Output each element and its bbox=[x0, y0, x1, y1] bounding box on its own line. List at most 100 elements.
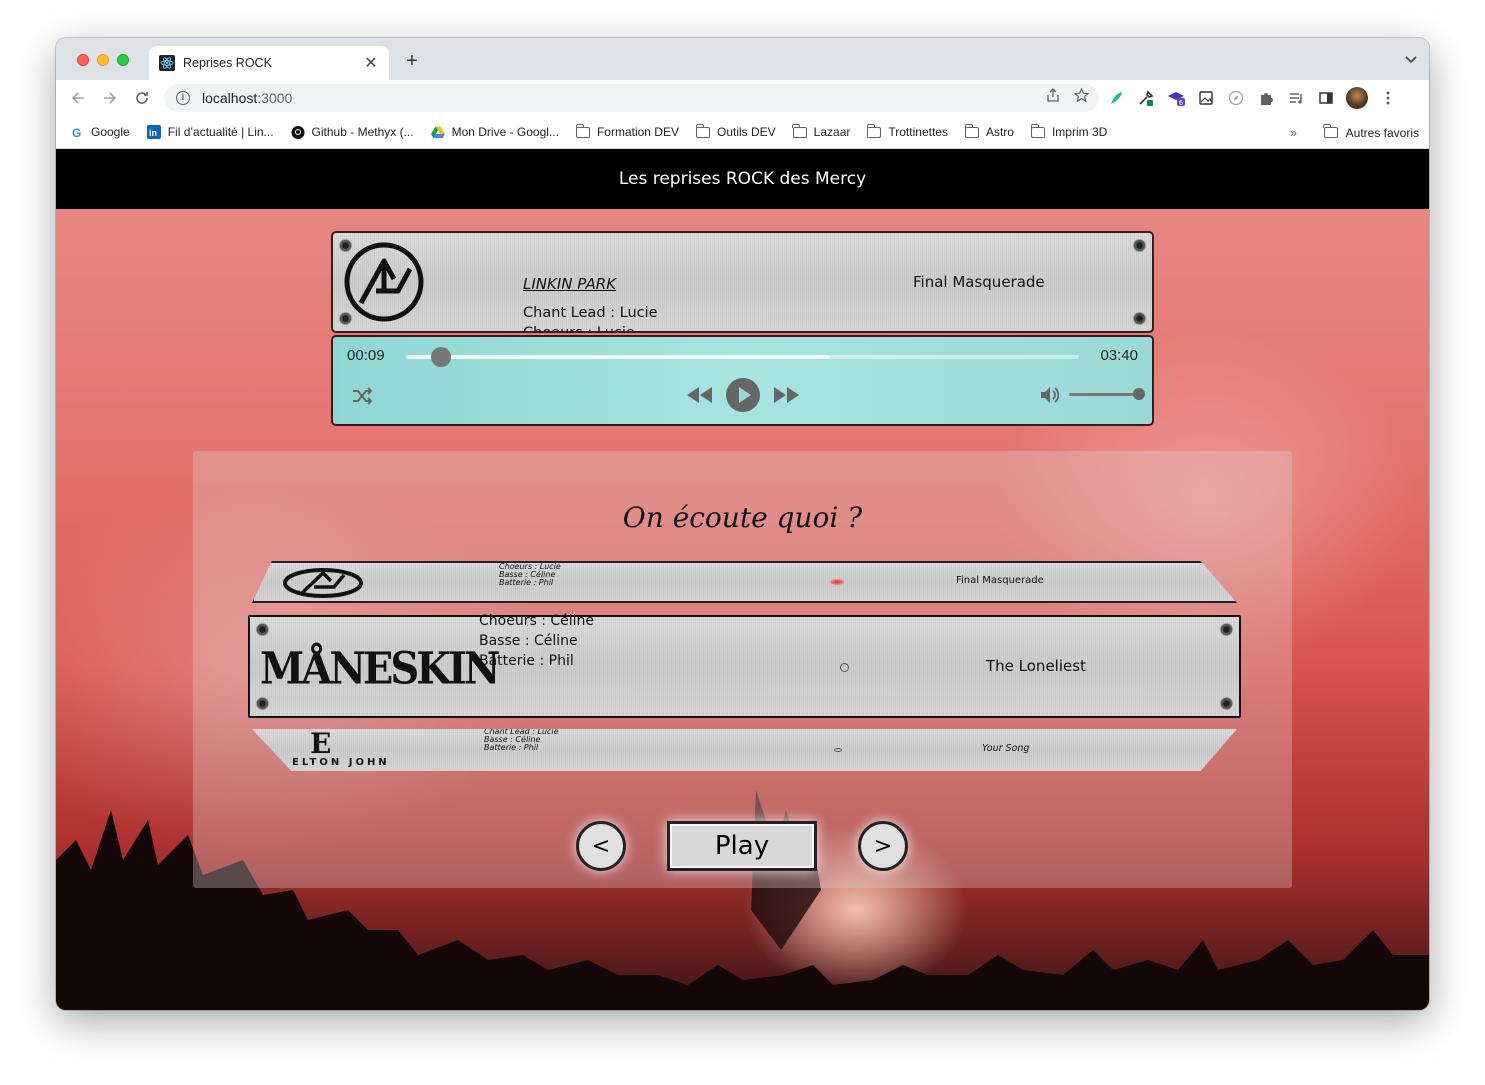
address-bar[interactable]: i localhost:3000 bbox=[164, 84, 1099, 112]
linkin-park-logo bbox=[283, 568, 363, 598]
bookmark-github[interactable]: Github - Methyx (... bbox=[291, 125, 414, 139]
status-dot-icon bbox=[840, 663, 849, 672]
seek-bar[interactable] bbox=[406, 347, 1079, 367]
close-window-button[interactable] bbox=[77, 54, 89, 66]
web-page: Les reprises ROCK des Mercy LINKIN PARK … bbox=[56, 149, 1429, 1010]
volume-slider[interactable] bbox=[1069, 388, 1145, 400]
playlist-card-previous[interactable]: Choeurs : Lucie Basse : Céline Batterie … bbox=[252, 561, 1237, 603]
current-time: 00:09 bbox=[347, 347, 385, 364]
status-dot-icon bbox=[834, 748, 842, 752]
playlist-title: On écoute quoi ? bbox=[622, 501, 863, 534]
bookmark-folder-imprim[interactable]: Imprim 3D bbox=[1030, 123, 1108, 139]
volume-icon[interactable] bbox=[1039, 384, 1061, 411]
side-panel-icon[interactable] bbox=[1316, 88, 1336, 108]
drive-icon bbox=[430, 125, 445, 138]
image-extension-icon[interactable] bbox=[1196, 88, 1216, 108]
bookmark-drive[interactable]: Mon Drive - Googl... bbox=[430, 125, 559, 139]
browser-window: Reprises ROCK ✕ + i localhost:3000 6 G … bbox=[56, 38, 1429, 1010]
bolt-icon bbox=[1133, 239, 1146, 252]
card-track: Final Masquerade bbox=[956, 575, 1044, 586]
github-icon bbox=[291, 125, 305, 139]
new-tab-button[interactable]: + bbox=[401, 50, 423, 72]
play-pause-icon[interactable] bbox=[725, 377, 761, 418]
feather-extension-icon[interactable] bbox=[1106, 88, 1126, 108]
more-menu-icon[interactable] bbox=[1378, 88, 1398, 108]
bookmark-folder-outils[interactable]: Outils DEV bbox=[695, 123, 776, 139]
minimize-window-button[interactable] bbox=[97, 54, 109, 66]
playlist-card-next[interactable]: E ELTON JOHN Chant Lead : Lucie Basse : … bbox=[252, 729, 1237, 771]
other-bookmarks-label: Autres favoris bbox=[1345, 125, 1419, 140]
playlist-card-current[interactable]: MÅNESKIN Choeurs : Céline Basse : Céline… bbox=[248, 613, 1241, 718]
folder-icon bbox=[1323, 124, 1338, 139]
app-title: Les reprises ROCK des Mercy bbox=[618, 169, 867, 189]
tab-title: Reprises ROCK bbox=[183, 56, 272, 70]
bookmark-folder-astro[interactable]: Astro bbox=[964, 123, 1014, 139]
next-button[interactable]: > bbox=[858, 821, 908, 871]
total-time: 03:40 bbox=[1100, 347, 1138, 364]
card-track: The Loneliest bbox=[986, 657, 1086, 675]
credit-line: Choeurs : Lucie bbox=[523, 323, 658, 331]
bookmark-label: Lazaar bbox=[813, 125, 851, 139]
maneskin-logo: MÅNESKIN bbox=[260, 642, 500, 695]
fast-forward-icon[interactable] bbox=[773, 385, 801, 410]
bookmark-folder-formation[interactable]: Formation DEV bbox=[575, 123, 679, 139]
bookmarks-bar: G Google in Fil d’actualité | Lin... Git… bbox=[56, 116, 1429, 149]
reload-icon[interactable] bbox=[126, 82, 158, 114]
tab-close-icon[interactable]: ✕ bbox=[363, 53, 379, 73]
bookmark-star-icon[interactable] bbox=[1073, 87, 1090, 106]
seek-buffered bbox=[406, 355, 830, 359]
shuffle-icon[interactable] bbox=[351, 385, 373, 412]
extension-badge: 6 bbox=[1179, 99, 1184, 106]
seek-handle[interactable] bbox=[430, 347, 451, 367]
bookmark-linkedin[interactable]: in Fil d’actualité | Lin... bbox=[146, 125, 274, 139]
compass-extension-icon[interactable] bbox=[1226, 88, 1246, 108]
other-bookmarks-folder[interactable]: Autres favoris bbox=[1323, 116, 1419, 149]
google-icon: G bbox=[70, 126, 84, 139]
folder-icon bbox=[1030, 123, 1045, 138]
bookmark-folder-trottinettes[interactable]: Trottinettes bbox=[866, 123, 948, 139]
profile-avatar[interactable] bbox=[1346, 87, 1368, 109]
graduation-cap-extension-icon[interactable]: 6 bbox=[1166, 88, 1186, 108]
folder-icon bbox=[964, 123, 979, 138]
puzzle-extensions-icon[interactable] bbox=[1256, 88, 1276, 108]
elton-john-logo-letter: E bbox=[310, 727, 332, 760]
rewind-icon[interactable] bbox=[685, 385, 713, 410]
tab-search-chevron-icon[interactable] bbox=[1405, 52, 1417, 67]
now-playing-card: LINKIN PARK Final Masquerade Chant Lead … bbox=[331, 231, 1154, 333]
linkedin-icon: in bbox=[146, 125, 161, 139]
bookmark-folder-lazaar[interactable]: Lazaar bbox=[792, 123, 851, 139]
tab-strip: Reprises ROCK ✕ + bbox=[56, 38, 1429, 80]
volume-handle[interactable] bbox=[1133, 388, 1145, 400]
bookmark-label: Google bbox=[91, 125, 130, 139]
credit-line: Batterie : Phil bbox=[479, 653, 574, 669]
linkin-park-logo bbox=[344, 242, 424, 322]
audio-player: 00:09 03:40 bbox=[331, 335, 1154, 426]
back-arrow-icon[interactable] bbox=[62, 82, 94, 114]
now-playing-artist: LINKIN PARK bbox=[523, 275, 617, 293]
extensions-bar: 6 bbox=[1106, 80, 1398, 116]
play-button[interactable]: Play bbox=[667, 821, 817, 871]
bookmark-label: Trottinettes bbox=[888, 125, 948, 139]
bookmark-google[interactable]: G Google bbox=[70, 125, 130, 139]
credit-line: Basse : Céline bbox=[479, 633, 578, 649]
folder-icon bbox=[866, 123, 882, 138]
card-credits: Choeurs : Lucie Basse : Céline Batterie … bbox=[499, 563, 561, 587]
bookmarks-overflow-chevron-icon[interactable]: » bbox=[1290, 125, 1297, 140]
bolt-icon bbox=[1133, 312, 1146, 325]
elton-john-logo: ELTON JOHN bbox=[292, 757, 390, 768]
media-controls-icon[interactable] bbox=[1286, 88, 1306, 108]
bookmark-label: Mon Drive - Googl... bbox=[451, 125, 559, 139]
bookmark-label: Outils DEV bbox=[716, 125, 776, 139]
svg-text:in: in bbox=[149, 128, 157, 138]
browser-tab[interactable]: Reprises ROCK ✕ bbox=[149, 46, 389, 80]
bookmark-label: Imprim 3D bbox=[1051, 125, 1108, 139]
site-info-icon[interactable]: i bbox=[176, 91, 190, 105]
share-icon[interactable] bbox=[1046, 88, 1060, 106]
eyedropper-extension-icon[interactable] bbox=[1136, 88, 1156, 108]
previous-button[interactable]: < bbox=[576, 821, 626, 871]
credit-line: Batterie : Phil bbox=[499, 578, 554, 587]
svg-text:G: G bbox=[72, 126, 81, 139]
maximize-window-button[interactable] bbox=[117, 54, 129, 66]
bookmark-label: Formation DEV bbox=[596, 125, 679, 139]
forward-arrow-icon[interactable] bbox=[94, 82, 126, 114]
